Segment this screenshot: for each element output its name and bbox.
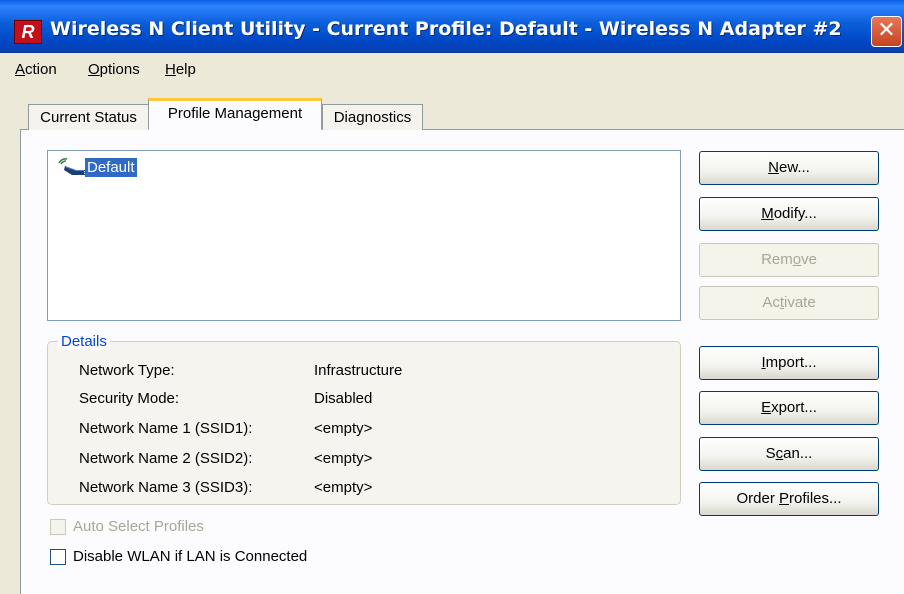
remove-button-label-end: ve (801, 251, 817, 268)
auto-select-profiles-checkbox[interactable] (50, 519, 66, 535)
tab-profile-management[interactable]: Profile Management (148, 98, 322, 130)
new-button-mnemonic: N (768, 159, 779, 176)
menu-help-mnemonic: H (165, 61, 176, 78)
export-profile-button[interactable]: Export... (699, 391, 879, 425)
app-logo-icon: R (14, 20, 42, 44)
detail-value-ssid2: <empty> (314, 450, 373, 467)
detail-label-ssid2: Network Name 2 (SSID2): (79, 450, 253, 467)
wireless-signal-icon (58, 158, 85, 175)
window-title: Wireless N Client Utility - Current Prof… (50, 18, 842, 40)
profile-name: Default (84, 157, 138, 178)
activate-button-label-start: Ac (762, 294, 780, 311)
menu-help-label: elp (175, 61, 196, 78)
detail-value-ssid3: <empty> (314, 479, 373, 496)
activate-button-label-end: ivate (784, 294, 816, 311)
remove-button-label-start: Rem (761, 251, 793, 268)
order-profiles-label-end: rofiles... (789, 490, 842, 507)
export-button-label: xport... (771, 399, 817, 416)
order-profiles-button[interactable]: Order Profiles... (699, 482, 879, 516)
modify-button-label: odify... (773, 205, 817, 222)
scan-button-label-start: S (765, 445, 776, 462)
menu-options-mnemonic: O (88, 61, 100, 78)
new-profile-button[interactable]: New... (699, 151, 879, 185)
menu-action-label: ction (25, 61, 57, 78)
title-bar[interactable]: R Wireless N Client Utility - Current Pr… (0, 0, 904, 53)
tab-current-status[interactable]: Current Status (28, 104, 149, 130)
import-profile-button[interactable]: Import... (699, 346, 879, 380)
scan-button[interactable]: Scan... (699, 437, 879, 471)
detail-value-security-mode: Disabled (314, 390, 373, 407)
disable-wlan-checkbox[interactable] (50, 549, 66, 565)
menu-help[interactable]: Help (165, 61, 196, 78)
menu-action[interactable]: Action (15, 61, 57, 78)
menu-options-label: ptions (99, 61, 140, 78)
detail-value-ssid1: <empty> (314, 420, 373, 437)
export-button-mnemonic: E (761, 399, 772, 416)
detail-value-network-type: Infrastructure (314, 362, 403, 379)
application-window: R Wireless N Client Utility - Current Pr… (0, 0, 904, 594)
profile-list[interactable]: Default (47, 150, 681, 321)
menu-bar: Action Options Help (0, 53, 904, 86)
new-button-label: ew... (778, 159, 810, 176)
detail-label-ssid1: Network Name 1 (SSID1): (79, 420, 253, 437)
import-button-label: mport... (765, 354, 817, 371)
modify-profile-button[interactable]: Modify... (699, 197, 879, 231)
disable-wlan-label: Disable WLAN if LAN is Connected (73, 548, 308, 565)
order-profiles-mnemonic: P (778, 490, 789, 507)
detail-label-security-mode: Security Mode: (79, 390, 180, 407)
order-profiles-label-start: Order (736, 490, 779, 507)
modify-button-mnemonic: M (761, 205, 774, 222)
menu-action-mnemonic: A (15, 61, 26, 78)
close-icon: ✕ (877, 18, 896, 43)
menu-options[interactable]: Options (88, 61, 140, 78)
detail-label-ssid3: Network Name 3 (SSID3): (79, 479, 253, 496)
details-legend: Details (58, 333, 110, 350)
auto-select-profiles-label: Auto Select Profiles (73, 518, 204, 535)
tab-diagnostics[interactable]: Diagnostics (322, 104, 423, 130)
remove-button-mnemonic: o (792, 251, 802, 268)
detail-label-network-type: Network Type: (79, 362, 175, 379)
close-button[interactable]: ✕ (871, 16, 902, 47)
remove-profile-button[interactable]: Remove (699, 243, 879, 277)
activate-profile-button[interactable]: Activate (699, 286, 879, 320)
scan-button-label-end: an... (783, 445, 813, 462)
